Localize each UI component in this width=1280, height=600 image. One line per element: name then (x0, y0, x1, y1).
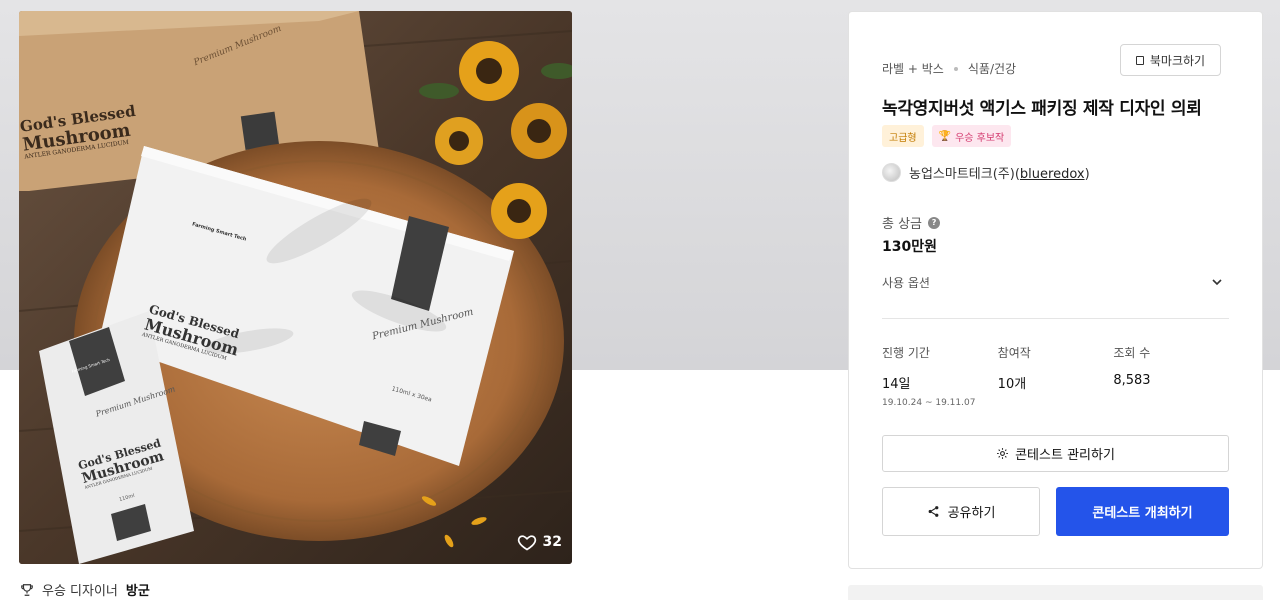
trophy-icon: 🏆 (938, 130, 952, 142)
divider (882, 318, 1229, 319)
period-value: 14일 (882, 377, 911, 392)
manage-contest-button[interactable]: 콘테스트 관리하기 (882, 435, 1229, 472)
badge-list: 고급형 🏆 우승 후보작 (882, 125, 1012, 147)
stat-period: 진행 기간 14일 19.10.24 ~ 19.11.07 (882, 344, 998, 408)
prize-label: 총 상금 (882, 217, 923, 232)
stat-entries: 참여작 10개 (998, 344, 1114, 408)
next-section-preview (848, 585, 1263, 600)
host-handle[interactable]: blueredox (1020, 167, 1085, 182)
host-company: 농업스마트테크(주) (909, 167, 1015, 182)
period-dates: 19.10.24 ~ 19.11.07 (882, 398, 976, 408)
heart-icon (517, 535, 536, 551)
period-label: 진행 기간 (882, 346, 930, 360)
prize-value: 130만원 (882, 239, 937, 255)
entries-value: 10개 (997, 377, 1027, 392)
options-label: 사용 옵션 (882, 275, 930, 290)
avatar (882, 163, 901, 182)
like-button[interactable]: 32 (517, 532, 562, 552)
views-value: 8,583 (1113, 373, 1151, 388)
winner-candidate-label: 우승 후보작 (955, 132, 1005, 144)
contest-artwork-image[interactable]: God's Blessed Mushroom ANTLER GANODERMA … (19, 11, 572, 564)
bookmark-icon (1135, 55, 1144, 65)
trophy-icon (21, 583, 33, 596)
help-icon[interactable]: ? (928, 216, 941, 229)
options-dropdown[interactable]: 사용 옵션 (882, 270, 1229, 294)
winner-label: 우승 디자이너 (42, 584, 118, 599)
manage-contest-label: 콘테스트 관리하기 (1015, 448, 1115, 463)
contest-title: 녹각영지버섯 액기스 패키징 제작 디자인 의뢰 (882, 99, 1202, 119)
views-label: 조회 수 (1113, 346, 1151, 360)
bookmark-label: 북마크하기 (1149, 53, 1206, 68)
winner-designer: 우승 디자이너 방군 (20, 580, 150, 599)
like-count: 32 (542, 534, 562, 550)
bookmark-button[interactable]: 북마크하기 (1120, 44, 1221, 76)
share-icon (928, 506, 938, 517)
winner-name[interactable]: 방군 (126, 580, 150, 599)
winner-candidate-badge: 🏆 우승 후보작 (931, 125, 1012, 147)
entries-label: 참여작 (997, 346, 1031, 360)
host-contest-button[interactable]: 콘테스트 개최하기 (1056, 487, 1229, 536)
contest-info-panel: 라벨 + 박스 식품/건강 북마크하기 녹각영지버섯 액기스 패키징 제작 디자… (848, 11, 1263, 569)
contest-stats: 진행 기간 14일 19.10.24 ~ 19.11.07 참여작 10개 조회… (882, 344, 1229, 408)
category-sub[interactable]: 식품/건강 (968, 60, 1016, 77)
breadcrumb: 라벨 + 박스 식품/건강 (882, 60, 1016, 77)
host-info[interactable]: 농업스마트테크(주)(blueredox) (882, 163, 1090, 182)
premium-badge: 고급형 (882, 125, 924, 147)
separator-dot (953, 66, 958, 71)
chevron-down-icon (1212, 279, 1222, 286)
host-handle-close: ) (1084, 167, 1090, 182)
share-button[interactable]: 공유하기 (882, 487, 1040, 536)
share-label: 공유하기 (947, 506, 996, 521)
category-main[interactable]: 라벨 + 박스 (882, 60, 944, 77)
gear-icon (997, 448, 1009, 459)
stat-views: 조회 수 8,583 (1113, 344, 1229, 408)
prize-label-row: 총 상금 ? (882, 213, 941, 232)
